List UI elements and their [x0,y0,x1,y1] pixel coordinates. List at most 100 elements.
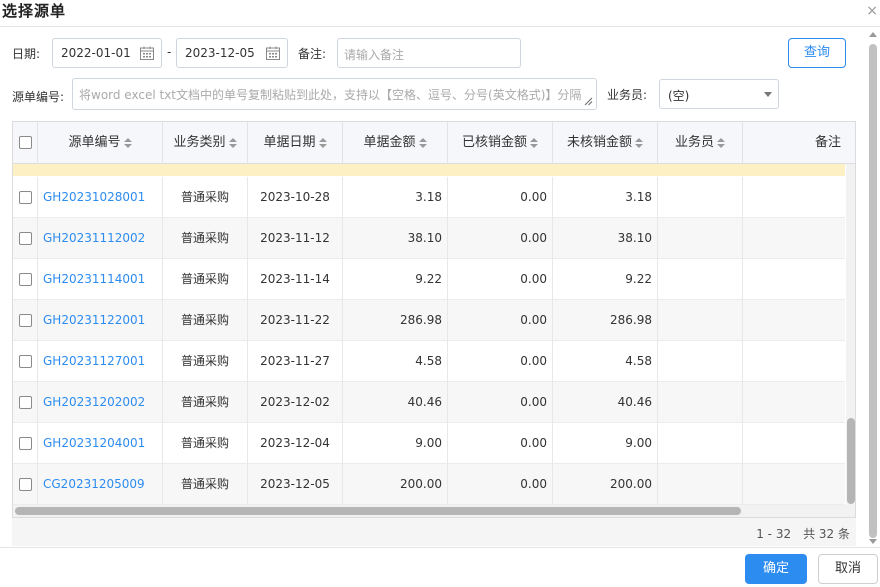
table-row[interactable]: GH20231127001 普通采购 2023-11-27 4.58 0.00 … [13,341,845,382]
table-row[interactable]: GH20231122001 普通采购 2023-11-22 286.98 0.0… [13,300,845,341]
amount-cell: 9.22 [343,259,448,300]
cancel-button[interactable]: 取消 [818,554,878,584]
outstanding-cell: 9.00 [553,423,658,464]
row-checkbox[interactable] [18,437,32,450]
sort-icon[interactable] [418,137,427,148]
table-row[interactable]: GH20231202002 普通采购 2023-12-02 40.46 0.00… [13,382,845,423]
close-icon[interactable]: × [866,3,878,19]
chevron-down-icon[interactable] [764,92,772,97]
written-off-cell: 0.00 [448,218,553,259]
divider [0,547,880,548]
salesperson-cell [658,341,743,382]
query-button[interactable]: 查询 [788,38,846,68]
date-separator: - [167,45,172,59]
sort-icon[interactable] [228,137,237,148]
outstanding-cell: 3.18 [553,177,658,218]
salesperson-cell [658,259,743,300]
column-header[interactable]: 单据日期 [248,122,343,164]
note-cell [743,259,845,300]
amount-cell: 286.98 [343,300,448,341]
salesperson-cell [658,218,743,259]
select-all-cell [13,122,38,164]
source-no-link[interactable]: CG20231205009 [38,464,163,505]
row-checkbox[interactable] [18,314,32,327]
resize-handle-icon[interactable] [584,97,593,106]
scroll-down-icon[interactable] [869,539,877,544]
table-row[interactable]: GH20231112002 普通采购 2023-11-12 38.10 0.00… [13,218,845,259]
date-label: 日期: [12,47,41,61]
date-cell: 2023-12-04 [248,423,343,464]
source-no-link[interactable]: GH20231028001 [38,177,163,218]
amount-cell: 3.18 [343,177,448,218]
outstanding-cell: 38.10 [553,218,658,259]
note-cell [743,300,845,341]
amount-cell: 4.58 [343,341,448,382]
source-no-link[interactable]: GH20231127001 [38,341,163,382]
column-header[interactable]: 单据金额 [343,122,448,164]
sort-icon[interactable] [635,137,643,148]
row-checkbox[interactable] [18,232,32,245]
confirm-button[interactable]: 确定 [745,554,807,584]
sort-icon[interactable] [530,137,538,148]
row-checkbox[interactable] [18,478,32,491]
dialog-title: 选择源单 [2,2,67,20]
row-checkbox-cell [13,300,38,341]
dialog-scrollbar[interactable] [867,30,880,546]
outstanding-cell: 9.22 [553,259,658,300]
pagination-bar: 1 - 32 共 32 条 [12,518,856,546]
category-cell: 普通采购 [163,259,248,300]
source-no-link[interactable]: GH20231204001 [38,423,163,464]
source-no-link[interactable]: GH20231202002 [38,382,163,423]
row-checkbox[interactable] [18,355,32,368]
row-checkbox[interactable] [18,396,32,409]
pagination-info: 1 - 32 共 32 条 [756,527,850,541]
date-cell: 2023-11-14 [248,259,343,300]
source-no-label: 源单编号: [12,90,65,104]
source-no-link[interactable]: GH20231114001 [38,259,163,300]
category-cell: 普通采购 [163,300,248,341]
note-input[interactable]: 请输入备注 [337,38,521,68]
sort-icon[interactable] [318,137,327,148]
source-no-link[interactable]: GH20231112002 [38,218,163,259]
row-checkbox-cell [13,341,38,382]
dialog-scroll-thumb[interactable] [869,44,877,538]
column-header[interactable]: 业务类别 [163,122,248,164]
column-header[interactable]: 已核销金额 [448,122,553,164]
table-row[interactable]: GH20231204001 普通采购 2023-12-04 9.00 0.00 … [13,423,845,464]
salesperson-value: (空) [668,89,690,103]
note-cell [743,177,845,218]
vertical-scroll-thumb[interactable] [847,418,855,504]
table-row[interactable]: CG20231205009 普通采购 2023-12-05 200.00 0.0… [13,464,845,505]
note-cell [743,464,845,505]
highlighted-row [13,164,845,176]
date-cell: 2023-12-05 [248,464,343,505]
column-header[interactable]: 未核销金额 [553,122,658,164]
date-cell: 2023-10-28 [248,177,343,218]
note-cell [743,218,845,259]
row-checkbox[interactable] [18,273,32,286]
table-row[interactable]: GH20231114001 普通采购 2023-11-14 9.22 0.00 … [13,259,845,300]
horizontal-scroll-thumb[interactable] [15,507,741,515]
date-to-value: 2023-12-05 [185,46,255,60]
source-no-textarea[interactable]: 将word excel txt文档中的单号复制粘贴到此处，支持以【空格、逗号、分… [72,78,597,110]
column-header[interactable]: 源单编号 [38,122,163,164]
select-all-checkbox[interactable] [18,136,32,149]
calendar-icon[interactable] [265,45,281,61]
column-header[interactable]: 备注 [743,122,855,164]
note-cell [743,341,845,382]
salesperson-select[interactable]: (空) [659,79,779,109]
date-to-input[interactable]: 2023-12-05 [176,38,288,68]
table-row[interactable]: GH20231028001 普通采购 2023-10-28 3.18 0.00 … [13,177,845,218]
column-header[interactable]: 业务员 [658,122,743,164]
scroll-up-icon[interactable] [869,32,877,37]
calendar-icon[interactable] [139,45,155,61]
sort-icon[interactable] [123,137,132,148]
date-from-value: 2022-01-01 [61,46,131,60]
date-from-input[interactable]: 2022-01-01 [52,38,162,68]
sort-icon[interactable] [717,137,725,148]
note-cell [743,382,845,423]
source-no-link[interactable]: GH20231122001 [38,300,163,341]
outstanding-cell: 200.00 [553,464,658,505]
row-checkbox[interactable] [18,191,32,204]
category-cell: 普通采购 [163,464,248,505]
